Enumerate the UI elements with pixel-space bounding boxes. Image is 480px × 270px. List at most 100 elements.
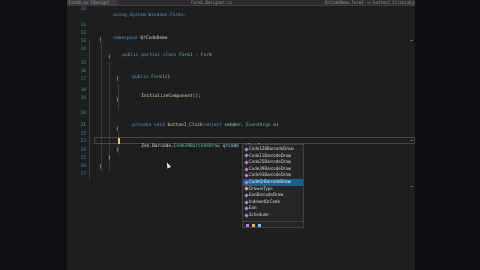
handler-param-e: e) [273,123,279,128]
completion-item[interactable]: Code39BarcodeDraw [243,166,303,173]
code-line-init: InitializeComponent(); [125,88,201,99]
line-number: 27 [80,172,86,177]
brace: { [116,127,119,132]
brace: { [116,77,119,82]
right-background [415,0,480,270]
left-background [0,0,67,270]
typed-variable: qrcode [222,144,239,149]
line-number: 11 [80,23,86,28]
line-number: 18 [80,88,86,93]
line-number: 23 [80,139,86,144]
code-line-using: using System.Windows.Forms; [97,7,186,18]
class-icon [243,173,249,178]
line-number: 10 [80,7,86,12]
code-line-class: public partial class Form1 : Form [106,47,211,58]
completion-item-selected[interactable]: CodeQrBarcodeDraw [243,179,303,186]
code-editor[interactable]: Form1.cs [Design] Form1.Designer.cs QrCo… [67,0,415,270]
filter-class-icon[interactable] [246,223,249,227]
class-icon [243,193,249,198]
class-icon [243,166,249,172]
code-line-brace: } [99,165,102,171]
brace: { [108,55,111,60]
code-line-brace: { [99,38,102,44]
code-line-brace: } [116,98,119,104]
completion-item[interactable]: Code128BarcodeDraw [243,146,303,153]
line-number: 20 [80,111,86,116]
intellisense-popup[interactable]: Code128BarcodeDraw Code11BarcodeDraw Cod… [242,144,304,228]
line-number: 21 [80,123,86,128]
code-line-ctor: public Form1() [116,69,170,80]
brace: } [108,156,111,161]
code-line-brace: { [108,55,111,61]
code-line-brace: } [116,148,119,154]
completion-item[interactable]: Code93BarcodeDraw [243,172,303,179]
filter-interface-icon[interactable] [258,223,261,227]
completion-item[interactable]: IndexedQrCode [243,199,303,206]
handler-name: button1_Click [167,123,203,128]
ctor-name: Form1 [151,75,165,80]
indent-guide [118,84,119,109]
completion-item-label: Code93BarcodeDraw [249,172,292,178]
completion-item-label: EanBarcodeDraw [249,192,284,198]
scrollbar-marker [410,140,413,141]
brace: { [99,38,102,43]
class-icon [243,153,249,159]
handler-param-eventargs: EventArgs [246,123,271,128]
line-number: 13 [80,39,86,44]
completion-item-label: Ean [249,205,257,211]
code-line-namespace: namespace QrCodeDemo [97,30,167,41]
line-number: 25 [80,156,86,161]
completion-item-label: Scheduler [249,212,270,217]
completion-item[interactable]: Code25BarcodeDraw [243,159,303,166]
handler-param-object: (object [202,123,222,128]
line-number: 16 [80,69,86,74]
brace: } [116,98,119,103]
line-number: 17 [80,77,86,82]
class-icon [243,213,249,218]
code-line-handler: private void button1_Click(object sender… [116,117,278,128]
code-line-brace: { [116,77,119,83]
line-number: 14 [80,47,86,52]
class-name: Form1 [179,53,193,58]
completion-item[interactable]: Code11BarcodeDraw [243,153,303,160]
completion-item[interactable]: EanBarcodeDraw [243,192,303,199]
init-component-call: InitializeComponent(); [141,94,201,99]
indent-guide [101,42,102,172]
keyword-namespace: namespace [113,36,138,41]
ctor-modifier: public [132,75,149,80]
line-number: 12 [80,31,86,36]
line-number: 24 [80,148,86,153]
code-line-brace: } [108,156,111,162]
change-marker [118,138,120,144]
completion-filter-bar [243,221,303,227]
namespace-name: QrCodeDemo [140,36,168,41]
completion-item[interactable]: Ean [243,205,303,212]
class-icon [243,206,249,211]
outline-margin [89,40,90,180]
line-number: 22 [80,132,86,137]
scrollbar-marker [410,40,413,41]
line-number: 15 [80,61,86,66]
filter-enum-icon[interactable] [252,223,255,227]
completion-item-label: Code128BarcodeDraw [249,146,294,151]
class-icon [243,199,249,205]
typed-namespace: Zen.Barcode. [141,144,174,149]
typed-type: Code39BarcodeDraw [173,144,220,149]
scrollbar-marker [410,186,413,187]
completion-item-label: DrawerType [249,185,273,191]
completion-item[interactable]: Scheduler [243,212,303,219]
completion-item[interactable]: DrawerType [243,186,303,193]
code-line-brace: { [116,127,119,133]
brace: } [99,165,102,170]
brace: } [116,148,119,153]
code-area[interactable]: using System.Windows.Forms; namespace Qr… [94,6,415,270]
line-number: 26 [80,164,86,169]
completion-item-label: Code11BarcodeDraw [249,152,292,158]
completion-item-label: Code39BarcodeDraw [249,165,292,171]
class-icon [243,160,249,165]
completion-item-label: CodeQrBarcodeDraw [249,179,291,184]
using-statement: using System.Windows.Forms; [113,13,187,18]
completion-item-label: Code25BarcodeDraw [249,159,292,165]
handler-param-sender: sender, [224,123,244,128]
enum-icon [243,186,249,192]
